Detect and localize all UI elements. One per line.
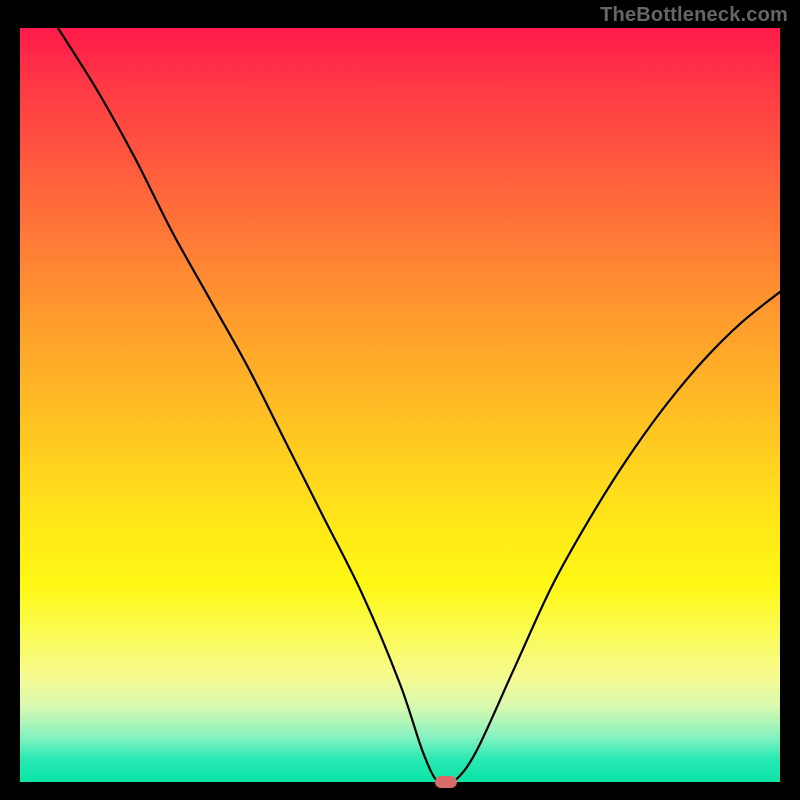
watermark-text: TheBottleneck.com — [600, 4, 788, 27]
minimum-marker — [435, 776, 457, 788]
curve-path — [58, 28, 780, 786]
bottleneck-curve — [20, 28, 780, 782]
chart-frame: TheBottleneck.com — [0, 0, 800, 800]
plot-area — [20, 28, 780, 782]
